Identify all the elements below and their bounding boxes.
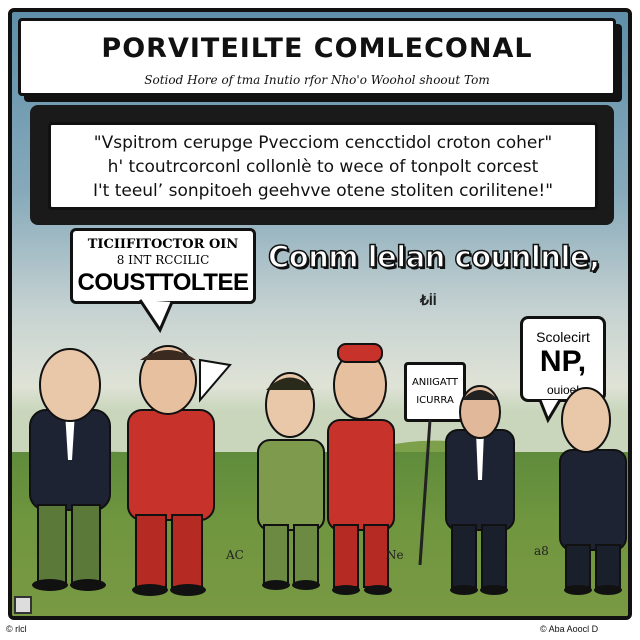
bubble-right-tail: [538, 399, 562, 424]
ground-mark: Ne: [386, 548, 404, 562]
man-dark-suit: [445, 385, 515, 595]
bubble-left-tail: [138, 299, 174, 334]
ground-mark: AC: [226, 548, 244, 562]
man-red-cap: [327, 343, 395, 595]
man-green-uniform: [257, 372, 325, 590]
speech-flag: [199, 358, 232, 403]
sign-pole: [418, 419, 432, 566]
artist-stamp-icon: [14, 596, 32, 614]
footer-right: © Aba Aoocl D: [540, 624, 599, 634]
footer-left: © rlcl: [6, 624, 27, 634]
ground-mark: a8: [534, 544, 549, 558]
man-dark-jacket: [29, 348, 111, 591]
man-right-suit: [559, 387, 627, 595]
